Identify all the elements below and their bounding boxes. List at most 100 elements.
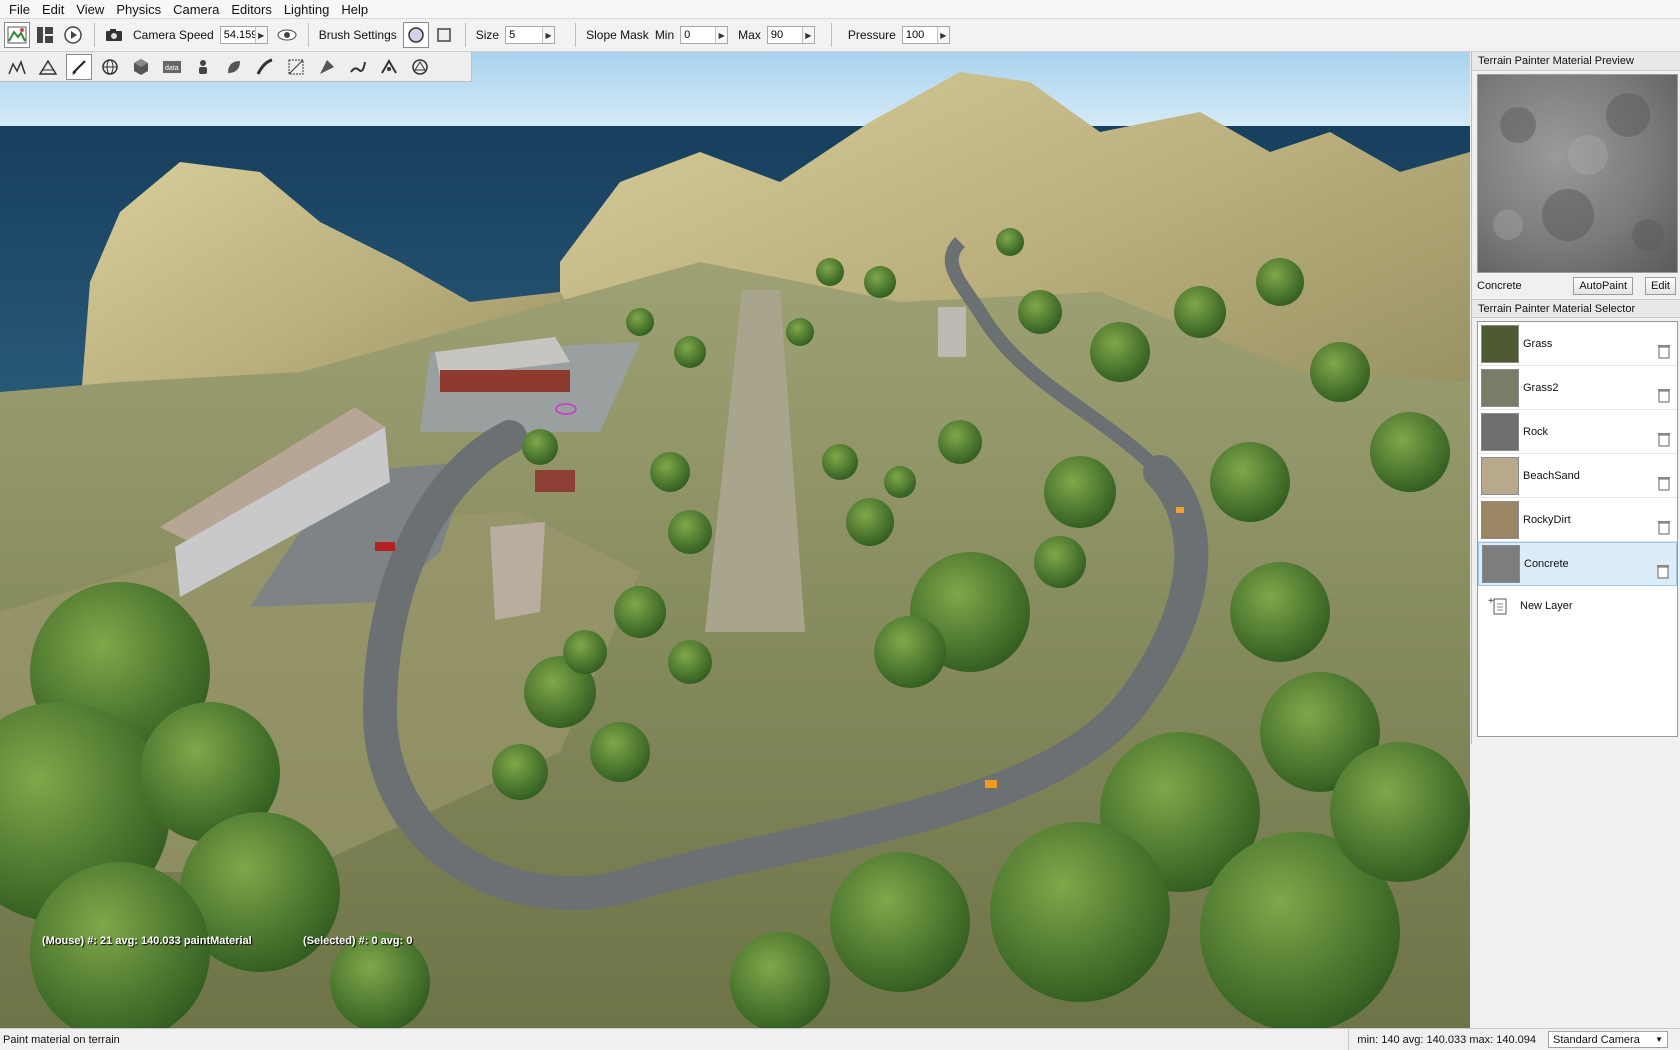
tool-terrain-painter[interactable] <box>66 53 92 80</box>
tool-decal[interactable] <box>314 54 340 80</box>
trash-icon[interactable] <box>1657 475 1671 491</box>
tool-shape-editor[interactable] <box>407 54 433 80</box>
pressure-input[interactable] <box>902 27 937 43</box>
menu-view[interactable]: View <box>70 0 110 19</box>
camera-speed-input[interactable] <box>220 27 255 43</box>
visibility-button[interactable] <box>274 22 300 48</box>
camera-mode-select[interactable]: Standard Camera ▼ <box>1548 1031 1668 1048</box>
menu-camera[interactable]: Camera <box>167 0 225 19</box>
toolbar-separator <box>830 23 832 47</box>
menu-bar: File Edit View Physics Camera Editors Li… <box>0 0 1680 19</box>
material-row-grass[interactable]: Grass <box>1478 322 1677 366</box>
rock-swatch <box>1481 412 1519 451</box>
menu-edit[interactable]: Edit <box>36 0 70 19</box>
camera-mode-value: Standard Camera <box>1553 1033 1640 1046</box>
material-name: Rock <box>1523 425 1549 438</box>
size-input[interactable] <box>506 27 543 43</box>
tool-terrain-heightmap[interactable] <box>4 54 30 80</box>
preview-controls: Concrete AutoPaint Edit <box>1472 273 1680 299</box>
material-name: RockyDirt <box>1523 513 1571 526</box>
slope-min-spinner[interactable]: ▶ <box>680 26 729 44</box>
tool-forest[interactable] <box>221 54 247 80</box>
terrain-heightmap-icon <box>8 59 26 74</box>
slope-mask-label: Slope Mask <box>586 28 649 42</box>
data-icon: data <box>163 60 181 73</box>
edit-material-button[interactable]: Edit <box>1645 277 1676 295</box>
material-preview-image <box>1477 74 1678 273</box>
concrete-texture-preview <box>1478 75 1677 272</box>
brush-settings-label: Brush Settings <box>318 28 397 42</box>
menu-editors[interactable]: Editors <box>225 0 277 19</box>
size-spinner[interactable]: ▶ <box>505 26 556 44</box>
material-row-beachsand[interactable]: BeachSand <box>1478 454 1677 498</box>
new-layer-row[interactable]: + New Layer <box>1478 586 1677 626</box>
max-label: Max <box>738 28 761 42</box>
toolbar-separator <box>94 23 95 47</box>
beachsand-swatch <box>1481 456 1519 495</box>
play-button[interactable] <box>60 22 86 48</box>
spinner-arrow-icon[interactable]: ▶ <box>936 27 949 43</box>
spinner-arrow-icon[interactable]: ▶ <box>715 27 728 43</box>
autopaint-button[interactable]: AutoPaint <box>1573 277 1634 295</box>
slope-max-input[interactable] <box>767 27 802 43</box>
cube-icon <box>134 58 148 75</box>
tool-road[interactable] <box>252 54 278 80</box>
menu-physics[interactable]: Physics <box>110 0 167 19</box>
tool-object[interactable] <box>128 54 154 80</box>
menu-help[interactable]: Help <box>335 0 374 19</box>
gui-editor-button[interactable] <box>32 22 58 48</box>
height-stats: min: 140 avg: 140.033 max: 140.094 <box>1348 1028 1544 1050</box>
camera-icon <box>106 29 122 41</box>
new-layer-icon: + <box>1488 596 1507 615</box>
menu-file[interactable]: File <box>3 0 36 19</box>
spinner-arrow-icon[interactable]: ▶ <box>254 27 267 43</box>
slope-max-spinner[interactable]: ▶ <box>766 26 815 44</box>
3d-viewport[interactable]: (Mouse) #: 21 avg: 140.033 paintMaterial… <box>0 52 1470 1028</box>
tool-spawn[interactable] <box>190 54 216 80</box>
camera-speed-spinner[interactable]: ▶ <box>219 26 268 44</box>
trash-icon[interactable] <box>1656 563 1670 579</box>
toolbar-separator <box>575 23 577 47</box>
trash-icon[interactable] <box>1657 431 1671 447</box>
main-toolbar: Camera Speed ▶ Brush Settings Size ▶ Slo… <box>0 19 1680 52</box>
globe-icon <box>102 58 118 75</box>
tool-world[interactable] <box>97 54 123 80</box>
material-row-grass2[interactable]: Grass2 <box>1478 366 1677 410</box>
size-label: Size <box>475 28 500 42</box>
paintbrush-icon <box>72 59 86 75</box>
navmesh-icon <box>381 58 397 74</box>
status-bar: Paint material on terrain min: 140 avg: … <box>0 1028 1680 1050</box>
slope-min-input[interactable] <box>681 27 716 43</box>
toolbar-separator <box>307 23 309 47</box>
terrain-editor-icon <box>39 59 57 75</box>
tool-navmesh[interactable] <box>376 54 402 80</box>
pressure-spinner[interactable]: ▶ <box>901 26 950 44</box>
brush-circle-button[interactable] <box>402 22 429 48</box>
tool-mesh-road[interactable] <box>283 54 309 80</box>
preview-material-name: Concrete <box>1477 280 1522 292</box>
trash-icon[interactable] <box>1657 387 1671 403</box>
svg-text:data: data <box>165 65 179 72</box>
selector-panel-title: Terrain Painter Material Selector <box>1472 299 1680 318</box>
river-icon <box>350 61 366 73</box>
material-name: BeachSand <box>1523 469 1580 482</box>
spinner-arrow-icon[interactable]: ▶ <box>542 27 555 43</box>
status-message: Paint material on terrain <box>3 1033 120 1046</box>
camera-button[interactable] <box>101 22 127 48</box>
menu-lighting[interactable]: Lighting <box>278 0 336 19</box>
layout-icon <box>37 27 53 43</box>
material-row-rockydirt[interactable]: RockyDirt <box>1478 498 1677 542</box>
tool-terrain-editor[interactable] <box>35 54 61 80</box>
spinner-arrow-icon[interactable]: ▶ <box>801 27 814 43</box>
trash-icon[interactable] <box>1657 343 1671 359</box>
material-name: Grass <box>1523 337 1553 350</box>
road-icon <box>256 58 273 75</box>
world-editor-button[interactable] <box>4 22 30 48</box>
camera-speed-label: Camera Speed <box>133 28 214 42</box>
brush-square-button[interactable] <box>431 22 457 48</box>
trash-icon[interactable] <box>1657 519 1671 535</box>
material-row-concrete[interactable]: Concrete <box>1478 542 1677 586</box>
tool-datablock[interactable]: data <box>159 54 185 80</box>
tool-river[interactable] <box>345 54 371 80</box>
material-row-rock[interactable]: Rock <box>1478 410 1677 454</box>
